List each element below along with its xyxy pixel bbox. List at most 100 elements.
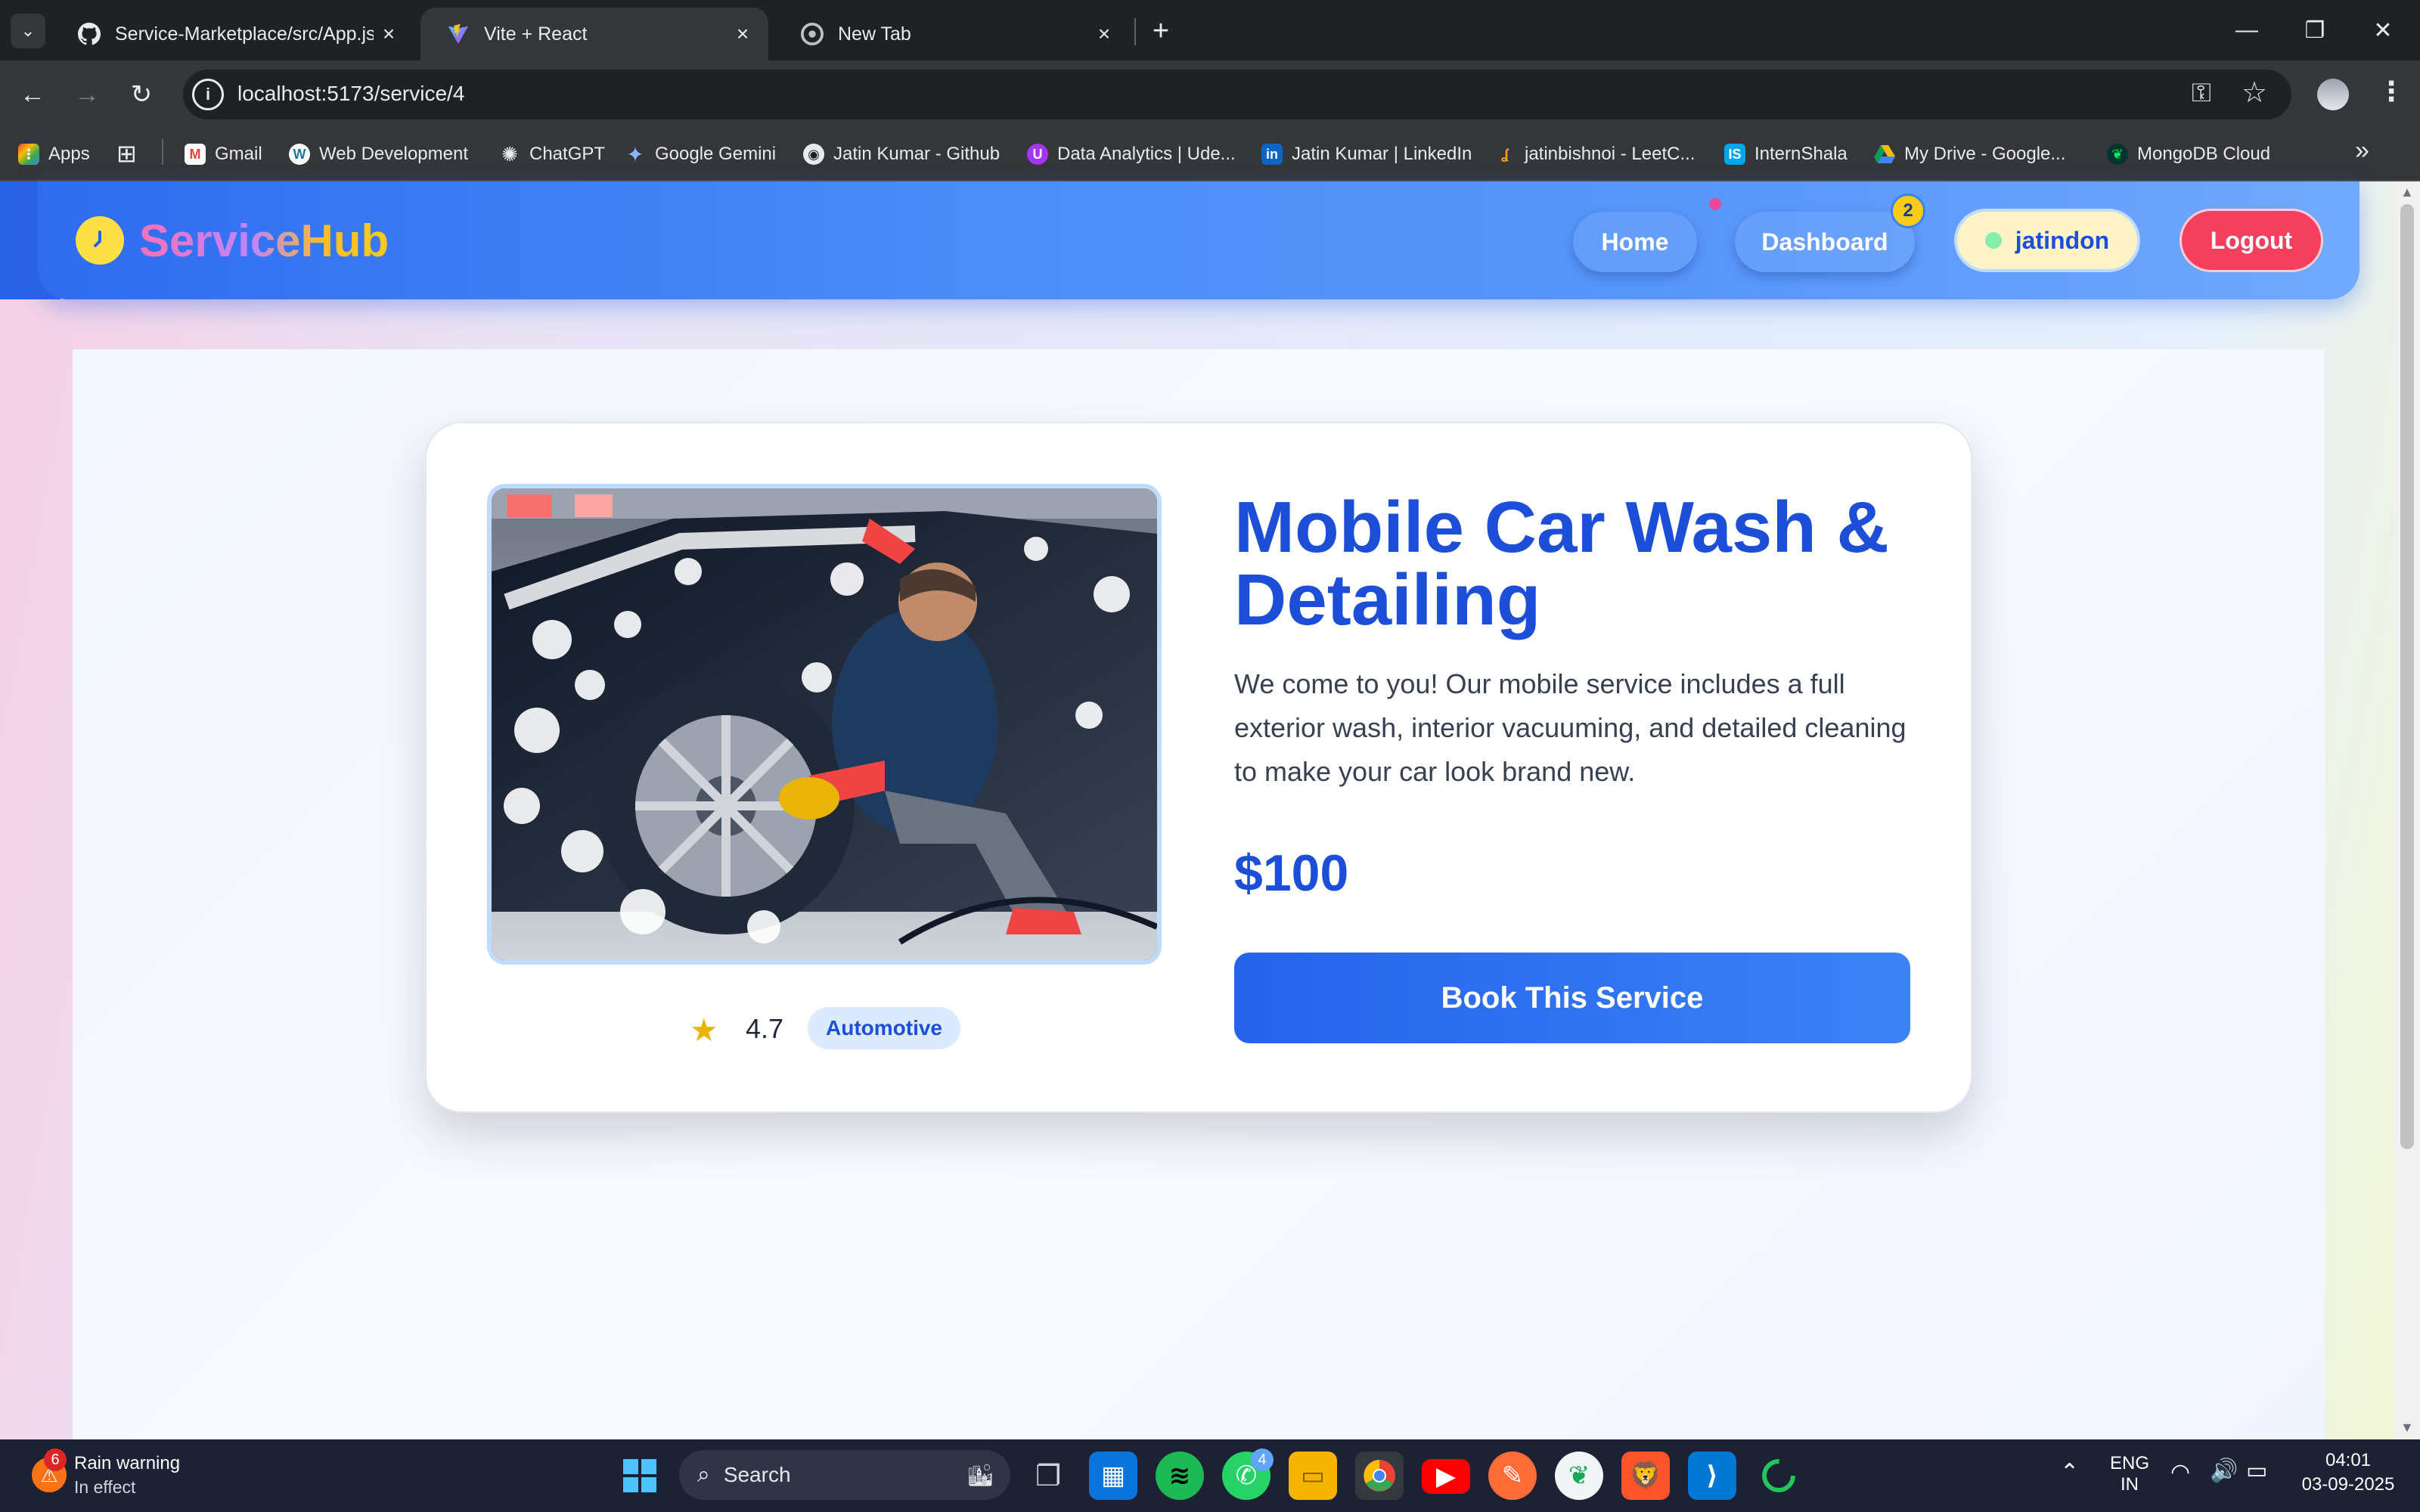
tab-vite-react[interactable]: Vite + React × [420,8,768,60]
volume-icon[interactable]: 🔊 [2210,1458,2238,1484]
search-highlight-icon: 🏙 [966,1463,994,1487]
bookmark-mongodb[interactable]: ❦ MongoDB Cloud [2107,138,2270,171]
file-explorer-icon[interactable]: ▭ [1289,1452,1337,1500]
book-service-button[interactable]: Book This Service [1234,953,1910,1043]
bookmark-label: Web Development [319,144,468,164]
bookmark-label: Data Analytics | Ude... [1057,144,1236,164]
clock-time: 04:01 [2325,1450,2372,1470]
linkedin-icon: in [1261,144,1283,165]
scrollbar-thumb[interactable] [2400,204,2414,1149]
gemini-icon: ✦ [626,142,644,166]
logout-button[interactable]: Logout [2180,209,2323,272]
loading-app-icon[interactable] [1754,1452,1803,1500]
clock-logo-icon[interactable] [76,216,124,265]
language-indicator[interactable]: ENG IN [2102,1453,2157,1495]
apps-grid-icon: ⋮ [18,144,39,165]
bookmark-divider [162,139,163,165]
search-icon: ⌕ [697,1462,710,1487]
brand-logo[interactable]: ServiceHub [139,215,389,267]
scroll-up-arrow[interactable]: ▲ [2400,184,2414,200]
menu-kebab-icon[interactable]: ⋮ [2378,76,2405,107]
youtube-icon[interactable]: ▶ [1422,1459,1470,1494]
wordpress-icon: W [289,144,310,165]
bookmark-star-icon[interactable]: ☆ [2242,76,2267,110]
chrome-icon [800,22,824,46]
windows-taskbar [0,1439,2420,1512]
mongodb-compass-icon[interactable]: ❦ [1555,1452,1603,1500]
gmail-icon: M [185,144,206,165]
whatsapp-badge: 4 [1251,1448,1274,1471]
bookmark-udemy[interactable]: U Data Analytics | Ude... [1027,138,1236,171]
bookmark-label: Jatin Kumar | LinkedIn [1292,144,1472,164]
search-placeholder: Search [723,1463,791,1486]
minimize-icon[interactable]: — [2213,11,2281,50]
bookmark-apps[interactable]: ⋮ Apps [18,138,90,171]
service-price: $100 [1234,844,1349,902]
leetcode-icon: ʆ [1501,146,1509,162]
tab-new-tab[interactable]: New Tab × [774,8,1130,60]
bookmark-github[interactable]: ◉ Jatin Kumar - Github [803,138,1000,171]
password-key-icon[interactable]: ⚿ [2192,79,2211,108]
taskbar-search[interactable]: ⌕ Search 🏙 [679,1450,1010,1500]
star-icon: ★ [690,1012,718,1048]
address-bar[interactable] [183,70,2291,119]
user-pill[interactable]: jatindon [1954,209,2140,272]
wifi-icon[interactable]: ◠ [2170,1459,2190,1486]
nav-home[interactable]: Home [1573,212,1697,272]
bookmark-label: ChatGPT [529,144,606,164]
url-text[interactable]: localhost:5173/service/4 [237,82,464,106]
bookmark-web-development[interactable]: W Web Development [289,138,468,171]
clock[interactable]: 04:01 03-09-2025 [2291,1450,2405,1495]
more-bookmarks-icon[interactable]: » [2355,136,2369,166]
close-tab-icon[interactable]: × [728,19,758,49]
bookmark-google-drive[interactable]: My Drive - Google... [1874,138,2065,171]
tab-github[interactable]: Service-Marketplace/src/App.jsx × [51,8,414,60]
nav-dashboard[interactable]: Dashboard [1735,212,1915,272]
weather-title: Rain warning [74,1453,181,1473]
tray-overflow-icon[interactable]: ⌃ [2060,1459,2079,1486]
forward-icon[interactable]: → [70,77,104,112]
battery-icon[interactable]: ▭ [2246,1458,2267,1484]
bookmark-gmail[interactable]: M Gmail [185,138,262,171]
bookmark-leetcode[interactable]: ʆ jatinbishnoi - LeetC... [1494,138,1695,171]
bookmark-gemini[interactable]: ✦ Google Gemini [625,138,776,171]
back-icon[interactable]: ← [15,77,50,112]
github-icon [77,22,101,46]
username: jatindon [2015,226,2110,254]
vscode-icon[interactable]: ⟩ [1688,1452,1736,1500]
weather-widget[interactable]: ⚠ 6 Rain warning In effect [27,1448,209,1503]
weather-count-badge: 6 [44,1448,67,1471]
bookmark-label: InternShala [1754,144,1848,164]
close-tab-icon[interactable]: × [1089,19,1119,49]
bookmark-label: jatinbishnoi - LeetC... [1525,144,1696,164]
bookmark-label: Google Gemini [655,144,777,164]
scroll-down-arrow[interactable]: ▼ [2400,1420,2414,1436]
windows-start-icon[interactable] [616,1452,664,1500]
clock-date: 03-09-2025 [2301,1474,2395,1495]
postman-icon[interactable]: ✎ [1488,1452,1537,1500]
weather-subtitle: In effect [74,1477,136,1497]
restore-icon[interactable]: ❐ [2281,11,2349,50]
brave-icon[interactable]: 🦁 [1621,1452,1670,1500]
tab-groups-icon[interactable]: ⊞ [116,139,137,168]
reload-icon[interactable]: ↻ [124,77,159,112]
new-tab-icon[interactable]: + [1143,14,1178,48]
site-info-icon[interactable]: i [192,79,224,110]
tab-title: Vite + React [484,23,588,45]
chrome-taskbar-icon[interactable] [1355,1452,1404,1500]
bookmark-label: Apps [48,144,90,164]
close-tab-icon[interactable]: × [374,19,404,49]
bookmark-chatgpt[interactable]: ✺ ChatGPT [499,138,605,171]
task-view-icon[interactable]: ❐ [1024,1452,1072,1500]
tab-search-button[interactable]: ⌄ [11,14,45,48]
close-window-icon[interactable]: ✕ [2349,11,2417,50]
service-description: We come to you! Our mobile service inclu… [1234,668,1907,787]
spotify-icon[interactable]: ≋ [1156,1452,1204,1500]
microsoft-store-icon[interactable]: ▦ [1089,1452,1137,1500]
service-title: Mobile Car Wash & Detailing [1234,487,1889,640]
tab-title: New Tab [838,23,911,45]
bookmark-internshala[interactable]: IS InternShala [1724,138,1848,171]
internshala-icon: IS [1724,144,1745,165]
profile-avatar[interactable] [2317,79,2349,110]
bookmark-linkedin[interactable]: in Jatin Kumar | LinkedIn [1261,138,1472,171]
